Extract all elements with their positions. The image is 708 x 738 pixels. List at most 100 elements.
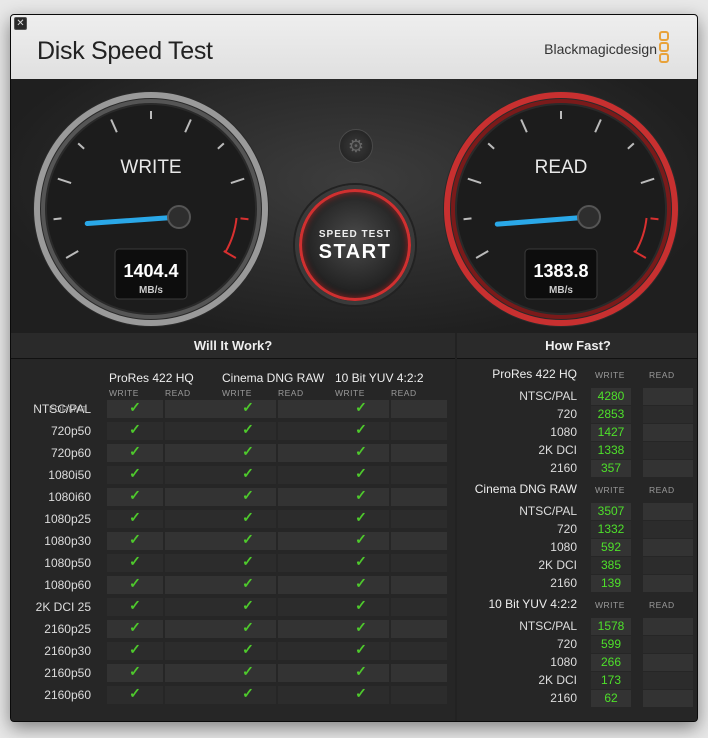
read-cell	[278, 664, 334, 682]
check-icon: ✓	[355, 641, 367, 657]
read-cell	[391, 598, 447, 616]
brand-logo-icon	[659, 31, 671, 64]
check-icon: ✓	[242, 575, 254, 591]
gear-icon[interactable]: ⚙	[339, 129, 373, 163]
check-icon: ✓	[355, 399, 367, 415]
hf-read-cell	[643, 539, 693, 556]
read-cell	[278, 444, 334, 462]
hf-write-value: 3507	[597, 504, 625, 518]
hf-format-label: 2K DCI	[538, 558, 577, 572]
gauge-panel: WRITE 1404.4 MB/s READ 1383.8 MB/s ⚙ SPEED T…	[11, 79, 697, 333]
hf-write-header: WRITE	[595, 600, 625, 610]
hf-write-value: 592	[600, 540, 622, 554]
read-cell	[391, 664, 447, 682]
read-cell	[165, 598, 221, 616]
check-icon: ✓	[129, 575, 141, 591]
check-icon: ✓	[242, 421, 254, 437]
start-button-caption: SPEED TEST	[318, 229, 392, 240]
write-gauge: WRITE 1404.4 MB/s	[33, 91, 269, 327]
read-cell	[165, 444, 221, 462]
hf-read-cell	[643, 424, 693, 441]
write-column-header: WRITE	[222, 388, 252, 398]
hf-read-cell	[643, 690, 693, 707]
hf-write-value: 173	[600, 673, 622, 687]
read-cell	[278, 576, 334, 594]
hf-read-cell	[643, 557, 693, 574]
hf-read-cell	[643, 521, 693, 538]
read-cell	[391, 686, 447, 704]
app-title: Disk Speed Test	[37, 37, 213, 65]
read-cell	[165, 620, 221, 638]
hf-read-cell	[643, 618, 693, 635]
read-cell	[165, 664, 221, 682]
read-cell	[278, 488, 334, 506]
hf-write-value: 139	[600, 576, 622, 590]
will-it-work-panel: Will It Work? FORMAT ProRes 422 HQ WRITE RE…	[11, 333, 455, 721]
close-button[interactable]: ✕	[14, 17, 27, 30]
hf-format-label: 720	[556, 522, 577, 536]
read-cell	[278, 510, 334, 528]
check-icon: ✓	[129, 553, 141, 569]
gauge-tick	[650, 217, 659, 221]
check-icon: ✓	[355, 619, 367, 635]
read-cell	[391, 576, 447, 594]
will-it-work-title: Will It Work?	[11, 333, 455, 359]
hf-group-title: 10 Bit YUV 4:2:2	[488, 597, 578, 611]
read-cell	[165, 510, 221, 528]
check-icon: ✓	[242, 509, 254, 525]
gauge-value: 1404.4	[123, 261, 178, 281]
read-cell	[278, 466, 334, 484]
read-gauge: READ 1383.8 MB/s	[443, 91, 679, 327]
format-label: 1080i60	[48, 490, 91, 504]
hf-format-label: 2K DCI	[538, 443, 577, 457]
check-icon: ✓	[242, 465, 254, 481]
app-window: ✕ Disk Speed Test Blackmagicdesign WRITE…	[10, 14, 698, 722]
hf-format-label: NTSC/PAL	[519, 389, 577, 403]
format-label: 1080p30	[44, 534, 91, 548]
hf-write-value: 1427	[597, 425, 625, 439]
read-cell	[278, 554, 334, 572]
read-cell	[391, 620, 447, 638]
hf-read-header: READ	[649, 370, 675, 380]
check-icon: ✓	[129, 443, 141, 459]
hf-read-cell	[643, 575, 693, 592]
format-label: 720p50	[50, 424, 91, 438]
read-cell	[165, 400, 221, 418]
hf-write-header: WRITE	[595, 485, 625, 495]
read-cell	[278, 532, 334, 550]
check-icon: ✓	[129, 509, 141, 525]
read-cell	[278, 598, 334, 616]
title-bar: ✕ Disk Speed Test Blackmagicdesign	[11, 15, 697, 79]
check-icon: ✓	[129, 641, 141, 657]
gauge-tick	[463, 217, 472, 221]
format-label: 1080p60	[44, 578, 91, 592]
hf-write-value: 266	[600, 655, 622, 669]
format-label: 1080p50	[44, 556, 91, 570]
hf-format-label: 2160	[550, 691, 577, 705]
hf-group-title: ProRes 422 HQ	[492, 367, 577, 381]
write-column-header: WRITE	[109, 388, 139, 398]
read-cell	[391, 466, 447, 484]
wiw-group-title: 10 Bit YUV 4:2:2	[335, 371, 424, 385]
speed-test-start-button[interactable]: SPEED TEST START	[295, 185, 415, 305]
read-cell	[391, 488, 447, 506]
check-icon: ✓	[355, 553, 367, 569]
check-icon: ✓	[242, 531, 254, 547]
hf-read-cell	[643, 654, 693, 671]
brand-name: Blackmagicdesign	[544, 41, 657, 57]
check-icon: ✓	[242, 443, 254, 459]
hf-read-header: READ	[649, 600, 675, 610]
gauge-tick	[240, 217, 249, 221]
check-icon: ✓	[355, 531, 367, 547]
hf-format-label: NTSC/PAL	[519, 619, 577, 633]
check-icon: ✓	[242, 553, 254, 569]
check-icon: ✓	[355, 421, 367, 437]
gauge-label: READ	[535, 157, 588, 178]
check-icon: ✓	[129, 685, 141, 701]
gauge-needle-hub	[167, 205, 191, 229]
gauge-tick	[53, 217, 62, 221]
hf-format-label: 2160	[550, 461, 577, 475]
read-cell	[278, 400, 334, 418]
hf-format-label: 2160	[550, 576, 577, 590]
check-icon: ✓	[129, 619, 141, 635]
